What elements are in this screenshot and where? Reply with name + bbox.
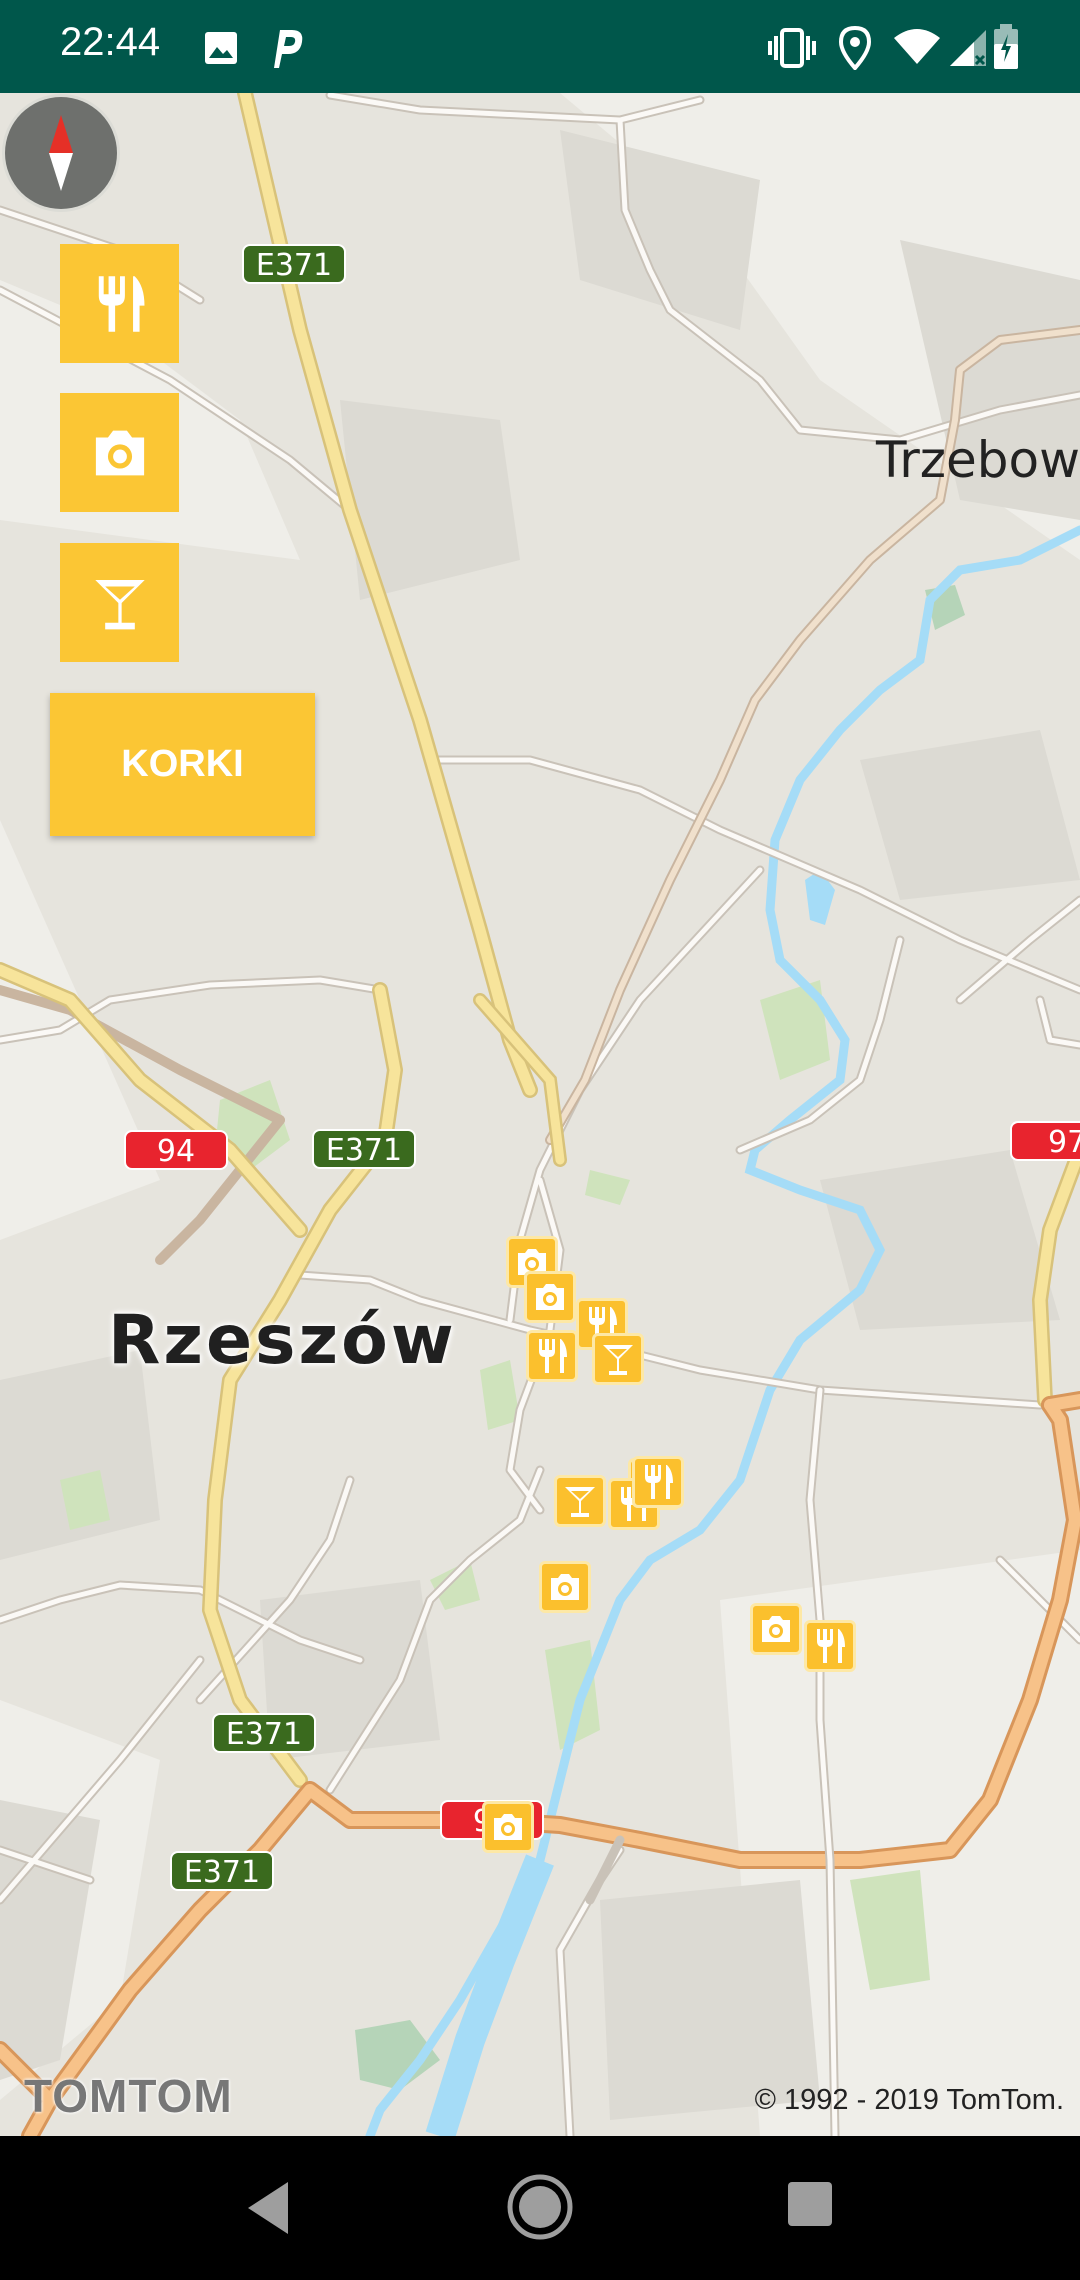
sightseeing-filter-button[interactable] xyxy=(60,393,179,512)
back-icon[interactable] xyxy=(240,2176,300,2240)
navigation-bar xyxy=(0,2136,1080,2280)
road-shield-e371: E371 xyxy=(212,1713,316,1753)
battery-icon xyxy=(994,24,1018,69)
camera-icon[interactable] xyxy=(482,1801,534,1853)
restaurant-icon[interactable] xyxy=(632,1456,684,1508)
location-icon xyxy=(838,26,872,70)
cocktail-icon[interactable] xyxy=(592,1333,644,1385)
cocktail-icon xyxy=(94,579,145,629)
parking-app-icon xyxy=(274,30,303,68)
status-time: 22:44 xyxy=(60,20,161,64)
restaurant-icon[interactable] xyxy=(804,1620,856,1672)
camera-icon[interactable] xyxy=(750,1603,802,1655)
compass-button[interactable] xyxy=(5,97,117,209)
compass-needle-icon xyxy=(49,115,73,191)
wifi-icon xyxy=(894,29,940,64)
home-icon[interactable] xyxy=(505,2172,575,2242)
city-label-rzeszow: Rzeszów xyxy=(108,1301,457,1380)
restaurant-icon[interactable] xyxy=(526,1330,578,1382)
road-shield-e371: E371 xyxy=(242,244,346,284)
cocktail-icon[interactable] xyxy=(554,1475,606,1527)
place-label-trzebownisko: Trzebown xyxy=(876,431,1080,489)
image-icon xyxy=(205,32,237,64)
road-shield-97: 97 xyxy=(1010,1121,1080,1161)
traffic-button[interactable]: KORKI xyxy=(50,693,315,836)
road-shield-e371: E371 xyxy=(312,1129,416,1169)
vibrate-icon xyxy=(768,28,816,68)
copyright-text: © 1992 - 2019 TomTom. xyxy=(754,2084,1064,2116)
status-bar: 22:44 xyxy=(0,0,1080,93)
road-shield-94: 94 xyxy=(124,1130,228,1170)
restaurant-icon xyxy=(98,275,144,332)
recents-icon[interactable] xyxy=(786,2180,834,2228)
tomtom-logo: TOMTOM xyxy=(24,2070,233,2122)
camera-icon xyxy=(95,430,144,475)
road-shield-e371: E371 xyxy=(170,1851,274,1891)
signal-icon xyxy=(950,30,986,66)
restaurant-filter-button[interactable] xyxy=(60,244,179,363)
camera-icon[interactable] xyxy=(524,1271,576,1323)
camera-icon[interactable] xyxy=(539,1561,591,1613)
bar-filter-button[interactable] xyxy=(60,543,179,662)
